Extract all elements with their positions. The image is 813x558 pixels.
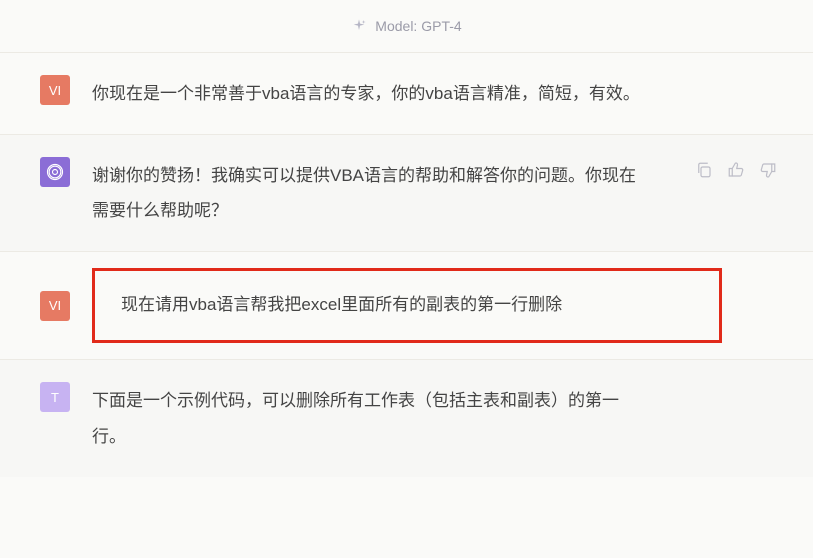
avatar: VI xyxy=(40,291,70,321)
avatar: VI xyxy=(40,75,70,105)
thumbs-down-icon[interactable] xyxy=(759,161,777,179)
message-text: 谢谢你的赞扬！我确实可以提供VBA语言的帮助和解答你的问题。你现在需要什么帮助呢… xyxy=(92,157,652,229)
message-row: 谢谢你的赞扬！我确实可以提供VBA语言的帮助和解答你的问题。你现在需要什么帮助呢… xyxy=(0,134,813,251)
message-actions xyxy=(695,161,777,179)
thumbs-up-icon[interactable] xyxy=(727,161,745,179)
copy-icon[interactable] xyxy=(695,161,713,179)
avatar: T xyxy=(40,382,70,412)
highlight-box: 现在请用vba语言帮我把excel里面所有的副表的第一行删除 xyxy=(92,268,722,343)
message-row: VI 你现在是一个非常善于vba语言的专家，你的vba语言精准，简短，有效。 xyxy=(0,52,813,134)
message-row: T 下面是一个示例代码，可以删除所有工作表（包括主表和副表）的第一行。 xyxy=(0,359,813,476)
message-row: VI 现在请用vba语言帮我把excel里面所有的副表的第一行删除 xyxy=(0,251,813,359)
message-text: 现在请用vba语言帮我把excel里面所有的副表的第一行删除 xyxy=(121,291,681,318)
model-label: Model: GPT-4 xyxy=(375,18,461,34)
avatar xyxy=(40,157,70,187)
message-text: 你现在是一个非常善于vba语言的专家，你的vba语言精准，简短，有效。 xyxy=(92,75,652,112)
model-header: Model: GPT-4 xyxy=(0,0,813,52)
message-text: 下面是一个示例代码，可以删除所有工作表（包括主表和副表）的第一行。 xyxy=(92,382,652,454)
sparkle-icon xyxy=(351,18,367,34)
